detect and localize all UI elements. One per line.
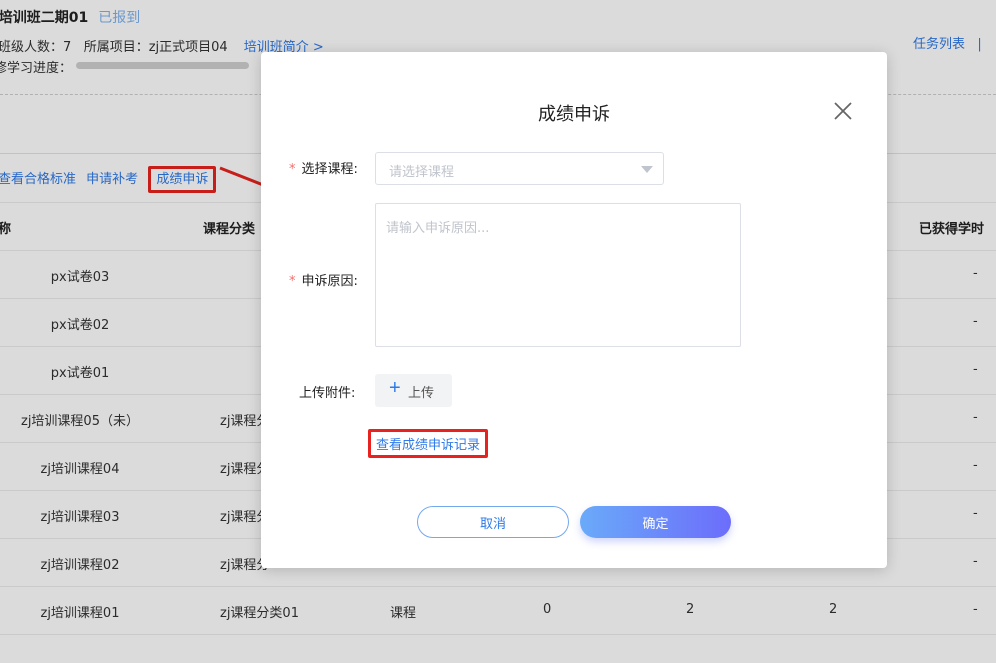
upload-button[interactable]: + 上传 — [375, 374, 452, 407]
cancel-button[interactable]: 取消 — [417, 506, 569, 538]
reason-label-text: 申诉原因: — [301, 274, 358, 289]
course-label-text: 选择课程: — [301, 162, 358, 177]
upload-label: 上传 — [408, 385, 435, 400]
required-mark: * — [289, 274, 296, 289]
chevron-down-icon — [641, 166, 653, 173]
course-field-label: * 选择课程: — [289, 158, 358, 177]
view-appeal-records-link[interactable]: 查看成绩申诉记录 — [368, 429, 489, 458]
reason-field-label: * 申诉原因: — [289, 270, 358, 289]
confirm-button[interactable]: 确定 — [580, 506, 731, 538]
close-icon[interactable] — [832, 100, 854, 122]
plus-icon: + — [389, 377, 401, 399]
course-select-placeholder: 请选择课程 — [389, 165, 455, 180]
course-select[interactable]: 请选择课程 — [375, 152, 664, 185]
reason-textarea[interactable] — [375, 203, 741, 347]
attachment-label: 上传附件: — [299, 386, 356, 401]
grade-appeal-dialog: 成绩申诉 * 选择课程: 请选择课程 * 申诉原因: 上传附件: + 上传 查看成绩… — [261, 52, 887, 568]
dialog-title: 成绩申诉 — [538, 104, 610, 125]
required-mark: * — [289, 162, 296, 177]
